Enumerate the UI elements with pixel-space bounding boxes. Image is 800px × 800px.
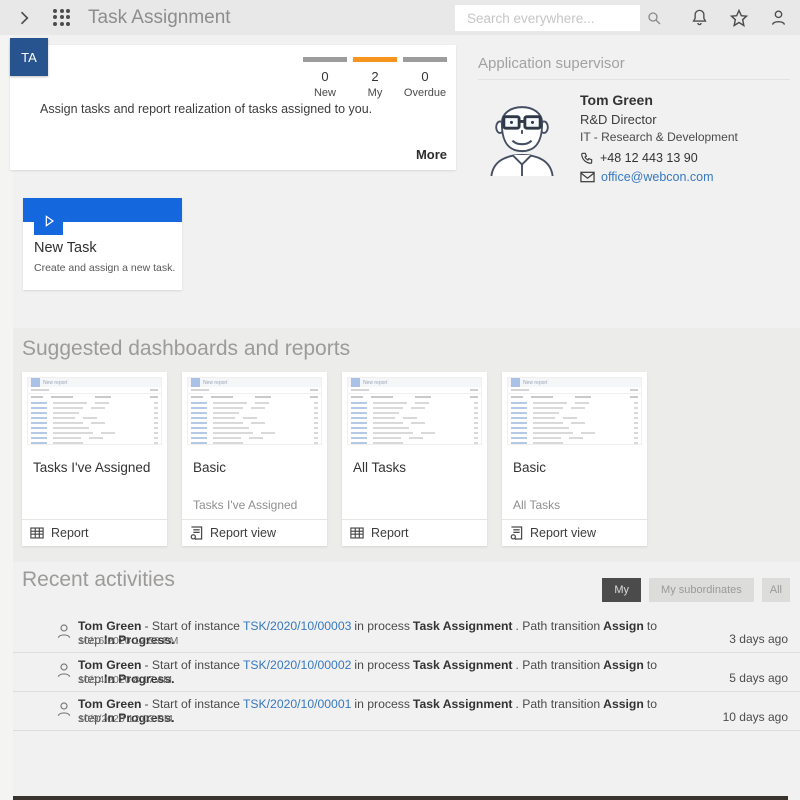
counter-value: 0: [400, 69, 450, 84]
supervisor-role: R&D Director: [580, 112, 738, 127]
card-subtitle: All Tasks: [513, 498, 560, 512]
card-title: Basic: [193, 460, 226, 475]
activity-relative-time: 10 days ago: [723, 710, 788, 724]
report-thumbnail: New report: [508, 378, 641, 444]
search-icon[interactable]: [646, 10, 662, 26]
mini-app-tile: [511, 378, 520, 387]
card-title: Tasks I've Assigned: [33, 460, 150, 475]
phone-icon: [580, 151, 594, 165]
app-summary-card: 0 New 2 My 0 Overdue Assign tasks and re…: [10, 45, 456, 170]
card-title: All Tasks: [353, 460, 406, 475]
counter-value: 2: [350, 69, 400, 84]
counter-bar: [353, 57, 397, 62]
activity-timestamp: 10/14/2020 8:17 AM: [78, 674, 172, 686]
supervisor-email-link[interactable]: office@webcon.com: [601, 170, 714, 184]
report-card-all-tasks[interactable]: New report All Tasks Report: [342, 372, 487, 546]
email-icon: [580, 171, 595, 183]
counter-bar: [403, 57, 447, 62]
new-task-tile[interactable]: New Task Create and assign a new task.: [23, 198, 182, 290]
mini-app-tile: [191, 378, 200, 387]
new-task-description: Create and assign a new task.: [34, 262, 175, 274]
counter-bar: [303, 57, 347, 62]
card-subtitle: Tasks I've Assigned: [193, 498, 297, 512]
suggested-section: Suggested dashboards and reports New rep…: [13, 328, 800, 562]
report-card-tasks-ive-assigned[interactable]: New report Tasks I've Assigned Report: [22, 372, 167, 546]
app-description: Assign tasks and report realization of t…: [40, 102, 430, 116]
report-view-icon: [190, 526, 203, 540]
mini-app-tile: [351, 378, 360, 387]
filter-all-button[interactable]: All: [762, 578, 790, 602]
bottom-bar: [13, 796, 788, 800]
page-title: Task Assignment: [88, 7, 231, 29]
app-launcher-icon[interactable]: [52, 8, 72, 28]
supervisor-name: Tom Green: [580, 92, 738, 108]
task-counters: 0 New 2 My 0 Overdue: [300, 57, 450, 99]
start-play-icon[interactable]: [34, 206, 63, 235]
filter-my-subordinates-button[interactable]: My subordinates: [649, 578, 754, 602]
activity-filters: My My subordinates All: [602, 578, 790, 602]
activity-list: Tom Green- Start of instanceTSK/2020/10/…: [13, 614, 800, 731]
table-report-icon: [350, 527, 364, 539]
report-view-card-basic-2[interactable]: New report Basic All Tasks Report view: [502, 372, 647, 546]
favorites-star-icon[interactable]: [729, 8, 749, 28]
instance-link[interactable]: TSK/2020/10/00002: [243, 658, 351, 672]
table-report-icon: [30, 527, 44, 539]
instance-link[interactable]: TSK/2020/10/00003: [243, 619, 351, 633]
search-input[interactable]: [465, 10, 646, 27]
report-thumbnail: New report: [188, 378, 321, 444]
card-type-label: Report view: [530, 526, 596, 540]
report-thumbnail: New report: [28, 378, 161, 444]
instance-link[interactable]: TSK/2020/10/00001: [243, 697, 351, 711]
activity-timestamp: 10/9/2020 12:03 PM: [78, 713, 173, 725]
report-thumbnail: New report: [348, 378, 481, 444]
expand-sidebar-icon[interactable]: [12, 6, 36, 30]
card-type-label: Report: [51, 526, 89, 540]
search-box[interactable]: [455, 5, 640, 31]
report-view-icon: [510, 526, 523, 540]
card-type-label: Report view: [210, 526, 276, 540]
notifications-bell-icon[interactable]: [690, 8, 709, 27]
recent-activities-heading: Recent activities: [22, 568, 175, 592]
user-profile-icon[interactable]: [769, 8, 788, 27]
counter-label: New: [300, 87, 350, 99]
supervisor-avatar: [478, 88, 566, 189]
activity-relative-time: 5 days ago: [729, 671, 788, 685]
activity-row: Tom Green- Start of instanceTSK/2020/10/…: [13, 614, 800, 653]
supervisor-department: IT - Research & Development: [580, 130, 738, 144]
card-type-label: Report: [371, 526, 409, 540]
user-icon: [55, 700, 73, 718]
top-bar: Task Assignment: [0, 0, 800, 35]
counter-value: 0: [300, 69, 350, 84]
supervisor-phone: +48 12 443 13 90: [600, 151, 698, 165]
supervisor-heading: Application supervisor: [478, 55, 790, 80]
activity-row: Tom Green- Start of instanceTSK/2020/10/…: [13, 692, 800, 731]
suggested-heading: Suggested dashboards and reports: [22, 337, 350, 361]
card-title: Basic: [513, 460, 546, 475]
user-icon: [55, 622, 73, 640]
filter-my-button[interactable]: My: [602, 578, 641, 602]
counter-label: Overdue: [400, 87, 450, 99]
user-icon: [55, 661, 73, 679]
app-tile-initials[interactable]: TA: [10, 38, 48, 76]
counter-overdue[interactable]: 0 Overdue: [400, 57, 450, 99]
counter-my[interactable]: 2 My: [350, 57, 400, 99]
report-view-card-basic-1[interactable]: New report Basic Tasks I've Assigned Rep…: [182, 372, 327, 546]
activity-relative-time: 3 days ago: [729, 632, 788, 646]
activity-row: Tom Green- Start of instanceTSK/2020/10/…: [13, 653, 800, 692]
new-task-title: New Task: [34, 240, 97, 256]
activity-timestamp: 10/16/2020 12:58 PM: [78, 635, 178, 647]
mini-app-tile: [31, 378, 40, 387]
more-link[interactable]: More: [416, 147, 447, 162]
counter-new[interactable]: 0 New: [300, 57, 350, 99]
application-supervisor-panel: Application supervisor: [478, 55, 790, 189]
counter-label: My: [350, 87, 400, 99]
